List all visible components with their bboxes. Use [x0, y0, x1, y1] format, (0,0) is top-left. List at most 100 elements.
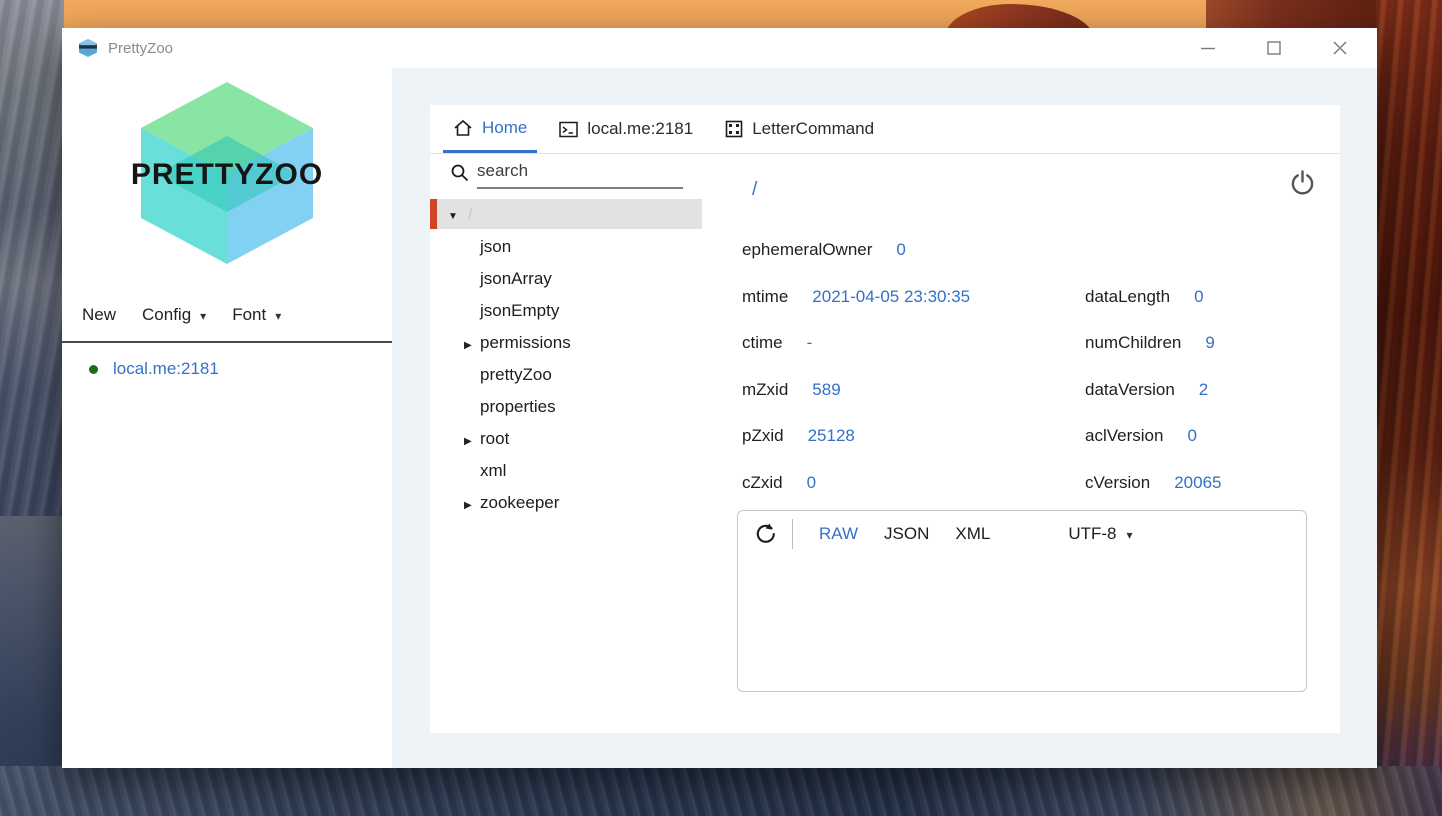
- stat-dataVersion: dataVersion 2: [1085, 367, 1221, 414]
- stat-cZxid: cZxid 0: [742, 460, 970, 507]
- server-item[interactable]: local.me:2181: [62, 359, 392, 379]
- maximize-button[interactable]: [1263, 37, 1285, 59]
- dropdown-caret-icon: [1127, 524, 1133, 544]
- stat-value: 20065: [1174, 472, 1222, 492]
- server-status-icon: [89, 364, 98, 374]
- tree-node[interactable]: properties: [430, 391, 702, 423]
- tree-node[interactable]: prettyZoo: [430, 359, 702, 391]
- minimize-button[interactable]: [1197, 37, 1219, 59]
- menu-new[interactable]: New: [82, 305, 116, 325]
- stat-label: ephemeralOwner: [742, 240, 873, 260]
- caret-right-icon[interactable]: [464, 493, 472, 513]
- tree-node-label: prettyZoo: [480, 365, 552, 384]
- mode-raw[interactable]: RAW: [819, 524, 858, 544]
- tree-list: / json jsonArray jsonEmpty: [430, 199, 702, 519]
- tree-node[interactable]: json: [430, 231, 702, 263]
- tab-server-label: local.me:2181: [587, 119, 694, 138]
- stat-label: mZxid: [742, 379, 789, 399]
- stat-ctime: ctime -: [742, 320, 970, 367]
- stat-value: 2021-04-05 23:30:35: [812, 286, 971, 306]
- stat-dataLength: dataLength 0: [1085, 274, 1221, 321]
- data-content[interactable]: [738, 557, 1306, 691]
- logo-text: PRETTYZOO: [131, 158, 323, 191]
- stat-label: cVersion: [1085, 472, 1151, 492]
- main-area: Home local.me:2181 LetterCommand search …: [392, 68, 1377, 768]
- dropdown-caret-icon: [275, 305, 281, 325]
- stat-label: mtime: [742, 286, 789, 306]
- title-bar[interactable]: PrettyZoo: [62, 28, 1377, 68]
- tree-node[interactable]: xml: [430, 455, 702, 487]
- tab-home-label: Home: [482, 117, 528, 137]
- app-icon: [79, 39, 97, 57]
- tree-node-label: xml: [480, 461, 507, 480]
- desktop: PrettyZoo PRETTYZOO New Config ▾ Font ▾ …: [0, 0, 1442, 816]
- stat-value: 25128: [807, 426, 855, 446]
- tree-panel: / json jsonArray jsonEmpty: [430, 153, 702, 733]
- encoding-dropdown[interactable]: UTF-8: [1068, 524, 1132, 544]
- stat-label: ctime: [742, 333, 783, 353]
- stat-value: 0: [806, 472, 817, 492]
- sidebar-divider: [62, 341, 392, 343]
- mode-xml[interactable]: XML: [955, 524, 990, 544]
- menu-font[interactable]: Font: [232, 305, 281, 325]
- tree-node[interactable]: permissions: [430, 327, 702, 359]
- caret-right-icon[interactable]: [464, 429, 472, 449]
- mode-json[interactable]: JSON: [884, 524, 929, 544]
- stat-mtime: mtime 2021-04-05 23:30:35: [742, 274, 970, 321]
- stat-value: 0: [1194, 286, 1204, 306]
- menu-config-label: Config: [142, 305, 192, 324]
- stat-label: aclVersion: [1085, 426, 1164, 446]
- wallpaper-rock-top-right: [1206, 0, 1376, 30]
- refresh-icon[interactable]: [754, 522, 778, 546]
- stat-label: numChildren: [1085, 333, 1182, 353]
- stat-numChildren: numChildren 9: [1085, 320, 1221, 367]
- stat-aclVersion: aclVersion 0: [1085, 413, 1221, 460]
- tree-node[interactable]: zookeeper: [430, 487, 702, 519]
- tree-node-label: root: [480, 429, 510, 448]
- power-icon[interactable]: [1289, 169, 1316, 201]
- dropdown-caret-icon: [200, 305, 206, 325]
- tree-node[interactable]: jsonArray: [430, 263, 702, 295]
- tab-lettercommand-label: LetterCommand: [752, 119, 875, 138]
- tree-node-label: /: [468, 204, 473, 223]
- tab-home[interactable]: Home: [443, 105, 538, 153]
- terminal-icon: [559, 121, 579, 138]
- stat-label: dataVersion: [1085, 379, 1175, 399]
- window-title: PrettyZoo: [108, 39, 174, 57]
- encoding-label: UTF-8: [1068, 524, 1117, 543]
- stat-value: 589: [812, 379, 841, 399]
- stats-column-left: ephemeralOwner 0 mtime 2021-04-05 23:30:…: [742, 227, 970, 506]
- tree-node[interactable]: jsonEmpty: [430, 295, 702, 327]
- stat-ephemeralOwner: ephemeralOwner 0: [742, 227, 970, 274]
- stat-mZxid: mZxid 589: [742, 367, 970, 414]
- node-path: /: [752, 179, 758, 200]
- prettyzoo-window: PrettyZoo PRETTYZOO New Config ▾ Font ▾ …: [62, 28, 1377, 768]
- stat-empty: [1085, 227, 1221, 274]
- command-icon: [725, 120, 743, 138]
- tree-node[interactable]: root: [430, 423, 702, 455]
- menu-config[interactable]: Config: [142, 305, 206, 325]
- stats-column-right: dataLength 0 numChildren 9 dataVersion 2: [1085, 227, 1221, 506]
- stat-label: pZxid: [742, 426, 784, 446]
- node-detail-panel: / ephemeralOwner 0 mtime 2021-04-05 23:3…: [702, 153, 1340, 733]
- tab-bar: Home local.me:2181 LetterCommand: [430, 105, 1340, 154]
- stat-cVersion: cVersion 20065: [1085, 460, 1221, 507]
- close-button[interactable]: [1329, 37, 1351, 59]
- stat-value: 0: [1187, 426, 1197, 446]
- tab-lettercommand[interactable]: LetterCommand: [715, 105, 884, 153]
- caret-down-icon[interactable]: [448, 204, 458, 224]
- stat-pZxid: pZxid 25128: [742, 413, 970, 460]
- tree-node-label: zookeeper: [480, 493, 560, 512]
- wallpaper-rock-right: [1376, 0, 1442, 816]
- toolbar-divider: [792, 519, 793, 549]
- wallpaper-rock-left: [0, 0, 64, 516]
- stat-value: -: [806, 333, 813, 353]
- caret-right-icon[interactable]: [464, 333, 472, 353]
- prettyzoo-logo: PRETTYZOO: [121, 78, 333, 269]
- tab-server[interactable]: local.me:2181: [549, 105, 703, 153]
- search-input[interactable]: [477, 159, 683, 189]
- tree-node-root[interactable]: /: [430, 199, 702, 229]
- tree-node-label: jsonEmpty: [480, 301, 560, 320]
- stat-label: dataLength: [1085, 286, 1171, 306]
- stat-label: cZxid: [742, 472, 783, 492]
